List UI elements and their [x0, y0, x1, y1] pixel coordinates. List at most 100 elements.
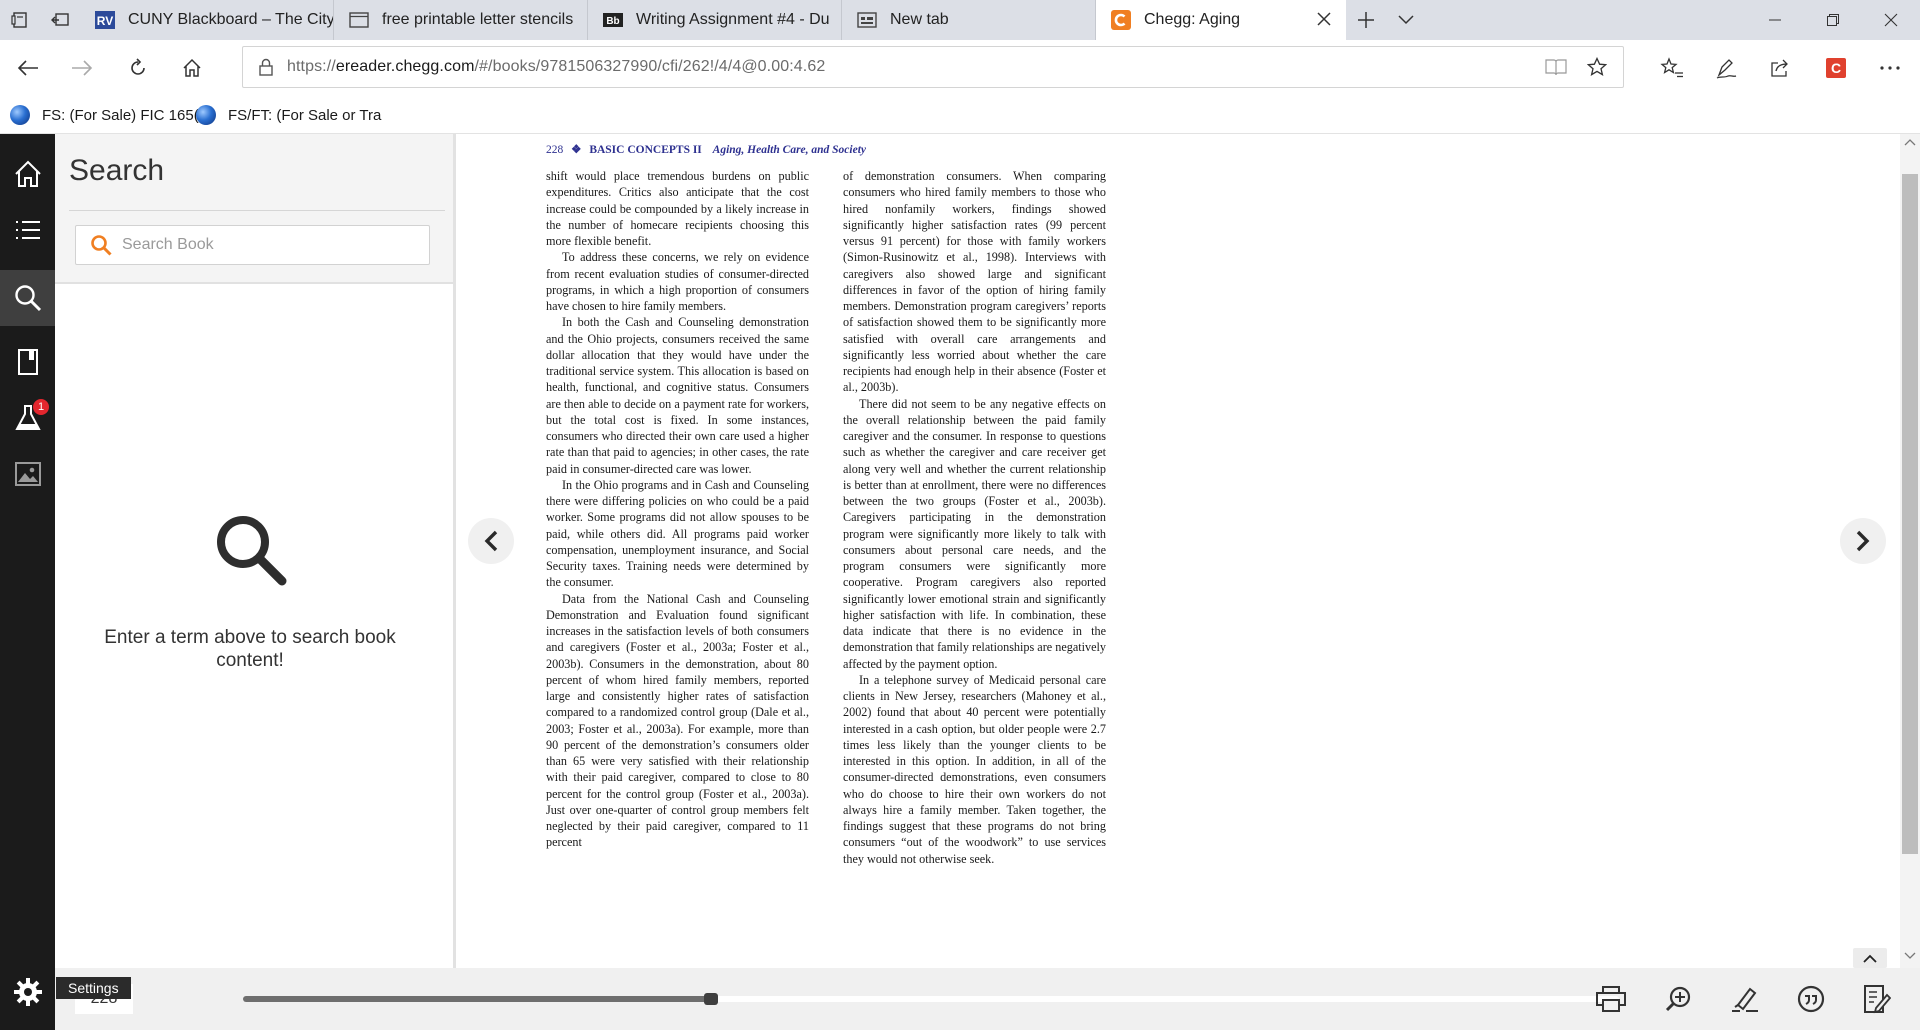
- svg-text:Bb: Bb: [606, 16, 619, 27]
- close-window-button[interactable]: [1862, 0, 1920, 40]
- tab-cuny-blackboard[interactable]: RV CUNY Blackboard – The City: [80, 0, 334, 40]
- paragraph: There did not seem to be any negative ef…: [843, 396, 1106, 671]
- close-tab-icon[interactable]: [1316, 11, 1332, 27]
- page-columns: shift would place tremendous burdens on …: [546, 168, 1106, 867]
- gear-icon: [13, 977, 43, 1007]
- tab-writing-assignment[interactable]: Bb Writing Assignment #4 - Du: [588, 0, 842, 40]
- plus-icon: [1357, 11, 1375, 29]
- vertical-scrollbar[interactable]: [1900, 134, 1920, 968]
- scroll-to-top-button[interactable]: [1853, 948, 1887, 968]
- previous-page-button[interactable]: [468, 518, 514, 564]
- favorites-button[interactable]: [1658, 54, 1686, 82]
- zoom-in-button[interactable]: [1663, 983, 1695, 1015]
- quote-icon: [1797, 985, 1825, 1013]
- running-head: 228 ❖ BASIC CONCEPTS II Aging, Health Ca…: [546, 142, 1106, 168]
- rail-study-tools-button[interactable]: 1: [0, 390, 55, 446]
- next-page-button[interactable]: [1840, 518, 1886, 564]
- search-input[interactable]: [122, 236, 412, 254]
- blackboard-logo-icon: Bb: [602, 9, 624, 31]
- search-panel-title: Search: [69, 154, 165, 187]
- rail-search-button[interactable]: [0, 270, 55, 326]
- favorite-link-fsft[interactable]: FS/FT: (For Sale or Tra: [196, 105, 381, 125]
- page-icon: [348, 9, 370, 31]
- minimize-button[interactable]: [1746, 0, 1804, 40]
- search-panel: Search Enter a term above to search book…: [55, 134, 456, 968]
- arrow-left-icon: [17, 59, 39, 77]
- paragraph: shift would place tremendous burdens on …: [546, 169, 809, 248]
- new-tab-icon: [856, 9, 878, 31]
- svg-text:RV: RV: [97, 14, 113, 28]
- rail-images-button[interactable]: [0, 446, 55, 502]
- print-icon: [1596, 986, 1626, 1012]
- cuny-logo-icon: RV: [94, 9, 116, 31]
- chegg-extension-icon: C: [1826, 58, 1846, 78]
- set-aside-tabs-button[interactable]: [40, 0, 80, 40]
- highlight-button[interactable]: [1729, 983, 1761, 1015]
- favorite-star-icon[interactable]: [1587, 57, 1607, 77]
- forward-button[interactable]: [68, 54, 96, 82]
- arrow-right-icon: [71, 59, 93, 77]
- address-bar[interactable]: https://ereader.chegg.com/#/books/978150…: [242, 46, 1624, 88]
- favorite-label: FS: (For Sale) FIC 165(: [42, 106, 199, 124]
- home-button[interactable]: [178, 54, 206, 82]
- scrollbar-thumb[interactable]: [1902, 174, 1918, 854]
- ellipsis-icon: [1880, 66, 1900, 70]
- chevron-left-icon: [484, 530, 498, 552]
- favorite-link-fic[interactable]: FS: (For Sale) FIC 165(: [10, 105, 199, 125]
- tab-strip-drag-area[interactable]: [1426, 0, 1746, 40]
- search-field[interactable]: [75, 225, 430, 265]
- tab-actions-icon: [11, 11, 29, 29]
- text-column-left: shift would place tremendous burdens on …: [546, 168, 809, 867]
- chevron-right-icon: [1856, 530, 1870, 552]
- favorite-label: FS/FT: (For Sale or Tra: [228, 106, 382, 124]
- tab-title: CUNY Blackboard – The City: [128, 11, 333, 28]
- web-notes-button[interactable]: [1712, 54, 1740, 82]
- page-number-label: 228: [546, 144, 564, 156]
- more-button[interactable]: [1876, 54, 1904, 82]
- set-aside-icon: [50, 11, 70, 29]
- reading-view-icon[interactable]: [1545, 57, 1567, 77]
- scroll-down-icon[interactable]: [1904, 952, 1916, 960]
- notebook-icon: [17, 348, 39, 376]
- search-header: Search: [55, 134, 453, 284]
- notes-button[interactable]: [1861, 983, 1893, 1015]
- print-button[interactable]: [1595, 983, 1627, 1015]
- reading-progress-slider[interactable]: [243, 993, 1619, 1005]
- tab-actions-button[interactable]: [0, 0, 40, 40]
- share-button[interactable]: [1766, 54, 1794, 82]
- home-icon: [14, 160, 42, 188]
- rail-notebook-button[interactable]: [0, 334, 55, 390]
- navigation-bar: https://ereader.chegg.com/#/books/978150…: [0, 40, 1920, 96]
- rail-contents-button[interactable]: [0, 202, 55, 258]
- share-icon: [1769, 58, 1791, 78]
- progress-handle[interactable]: [704, 993, 718, 1005]
- rail-home-button[interactable]: [0, 146, 55, 202]
- scroll-up-icon[interactable]: [1904, 138, 1916, 146]
- refresh-icon: [128, 58, 148, 78]
- paragraph: Data from the National Cash and Counseli…: [546, 591, 809, 850]
- tab-preview-button[interactable]: [1386, 0, 1426, 40]
- back-button[interactable]: [14, 54, 42, 82]
- tab-new-tab[interactable]: New tab: [842, 0, 1096, 40]
- reader-bottom-bar: 228: [55, 968, 1920, 1030]
- book-page: 228 ❖ BASIC CONCEPTS II Aging, Health Ca…: [546, 142, 1106, 867]
- zoom-in-icon: [1665, 985, 1693, 1013]
- image-icon: [14, 462, 41, 486]
- url-scheme: https://: [287, 58, 336, 75]
- reader-sidebar-rail: 1: [0, 134, 55, 1030]
- favorites-list-icon: [1660, 57, 1684, 79]
- citation-button[interactable]: [1795, 983, 1827, 1015]
- diamond-ornament-icon: ❖: [571, 144, 582, 156]
- chegg-extension-button[interactable]: C: [1822, 54, 1850, 82]
- book-title-label: Aging, Health Care, and Society: [712, 144, 867, 156]
- paragraph: To address these concerns, we rely on ev…: [546, 250, 809, 313]
- tab-letter-stencils[interactable]: free printable letter stencils: [334, 0, 588, 40]
- tab-chegg-aging[interactable]: Chegg: Aging: [1096, 0, 1346, 40]
- empty-search-message: Enter a term above to search book conten…: [104, 627, 396, 671]
- refresh-button[interactable]: [124, 54, 152, 82]
- favorites-bar: FS: (For Sale) FIC 165( FS/FT: (For Sale…: [0, 96, 1920, 134]
- restore-button[interactable]: [1804, 0, 1862, 40]
- tab-strip: RV CUNY Blackboard – The City free print…: [0, 0, 1920, 40]
- settings-button[interactable]: [0, 964, 55, 1020]
- new-tab-button[interactable]: [1346, 0, 1386, 40]
